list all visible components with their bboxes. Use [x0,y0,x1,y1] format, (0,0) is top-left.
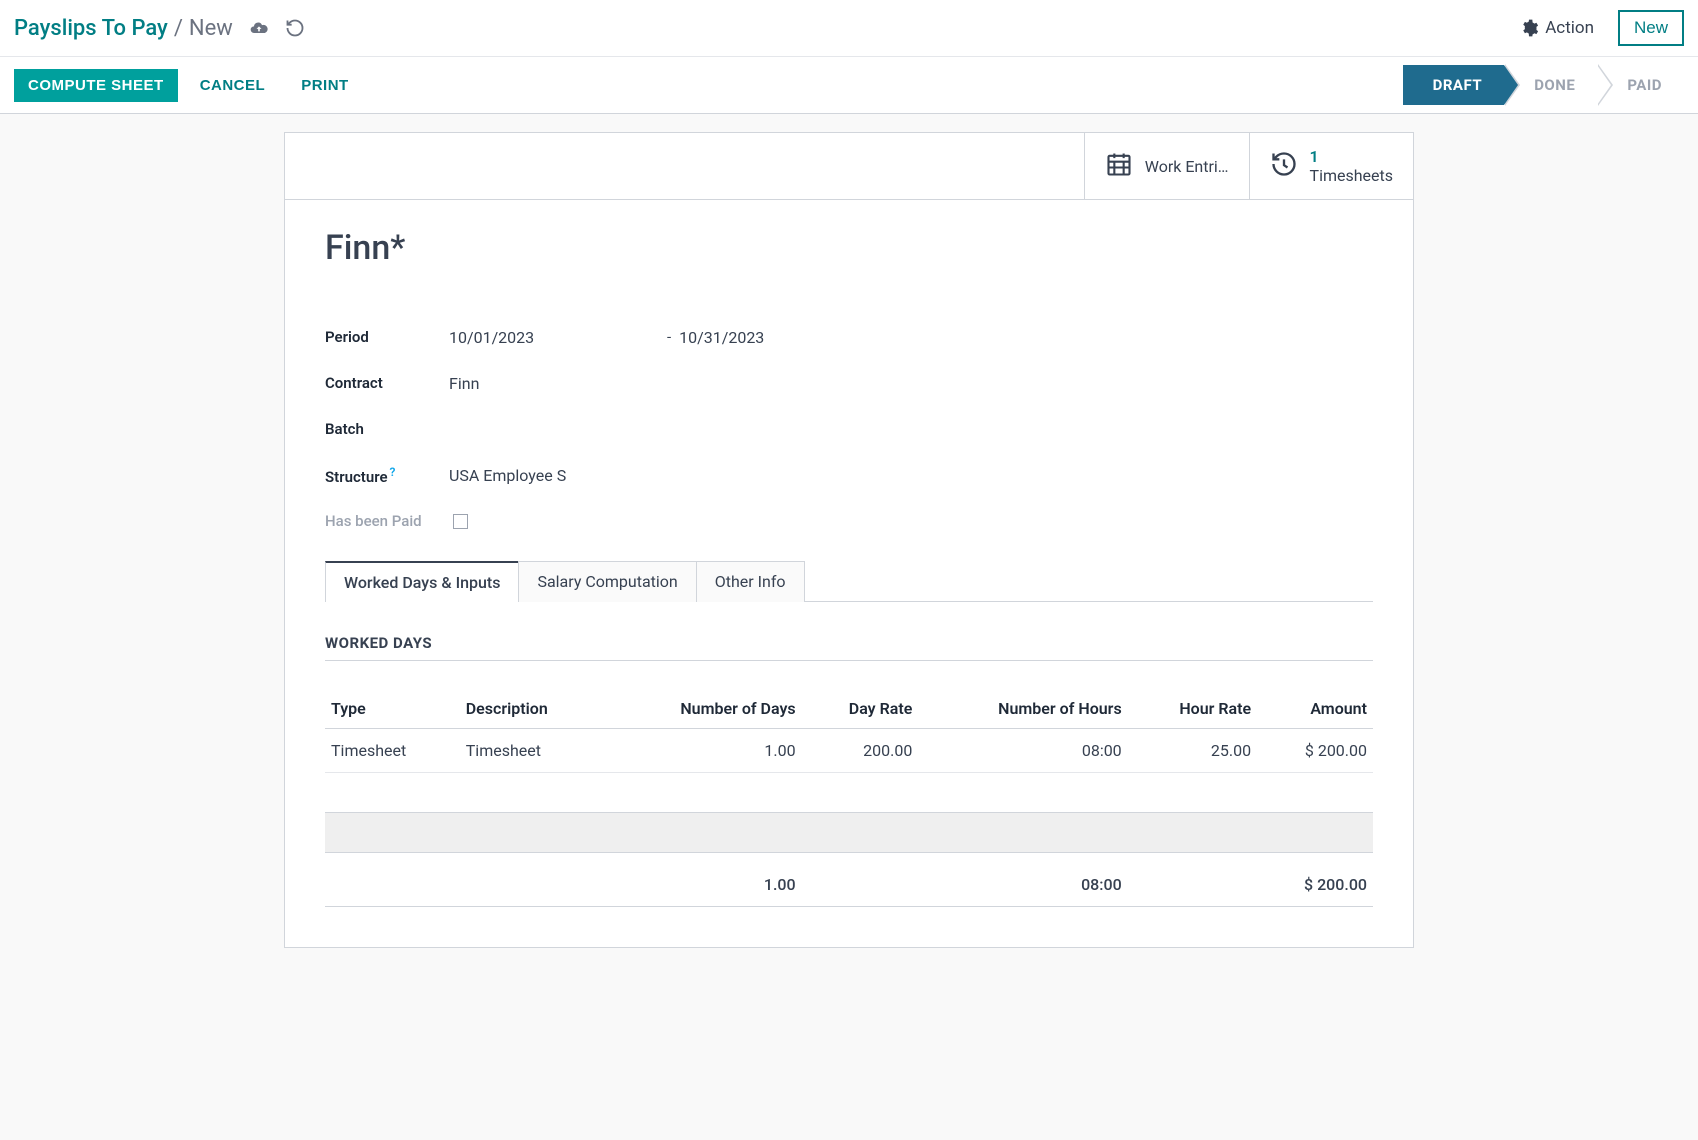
total-amount: $ 200.00 [1257,853,1373,907]
status-steps: DRAFT DONE PAID [1403,65,1684,105]
total-days: 1.00 [605,853,802,907]
stat-buttons: Work Entri… 1 Timesheets [285,133,1413,200]
cell-amount: $ 200.00 [1257,729,1373,773]
has-paid-label: Has been Paid [325,512,449,530]
action-menu-label: Action [1545,18,1594,38]
breadcrumb-separator: / [174,16,183,41]
contract-label: Contract [325,374,449,392]
has-paid-checkbox[interactable] [453,514,468,529]
undo-icon[interactable] [285,18,305,38]
col-type[interactable]: Type [325,689,460,729]
history-icon [1270,150,1298,182]
compute-sheet-button[interactable]: COMPUTE SHEET [14,69,178,102]
work-entries-stat[interactable]: Work Entri… [1084,133,1249,199]
cell-days: 1.00 [605,729,802,773]
timesheets-label: Timesheets [1310,166,1393,185]
cell-hours: 08:00 [918,729,1127,773]
total-hours: 08:00 [918,853,1127,907]
col-day-rate[interactable]: Day Rate [802,689,919,729]
cell-type: Timesheet [325,729,460,773]
cell-day-rate: 200.00 [802,729,919,773]
help-icon[interactable]: ? [390,465,396,479]
status-draft[interactable]: DRAFT [1403,65,1505,105]
new-button[interactable]: New [1618,10,1684,46]
timesheets-count: 1 [1310,147,1393,166]
col-amount[interactable]: Amount [1257,689,1373,729]
totals-row: 1.00 08:00 $ 200.00 [325,853,1373,907]
worked-days-title: WORKED DAYS [325,634,1373,661]
tab-content: WORKED DAYS Type Description Number of D… [285,602,1413,947]
structure-value[interactable]: USA Employee S [449,466,566,485]
form-sheet: Work Entri… 1 Timesheets Finn* Period 10… [284,132,1414,948]
calendar-icon [1105,150,1133,182]
breadcrumb-current: New [189,16,233,41]
record-title[interactable]: Finn* [325,228,1373,268]
period-separator: - [667,328,671,346]
gear-icon [1519,18,1539,38]
col-description[interactable]: Description [460,689,605,729]
empty-row [325,813,1373,853]
tab-salary-computation[interactable]: Salary Computation [518,561,696,602]
batch-label: Batch [325,420,449,438]
structure-label: Structure? [325,465,449,486]
worked-days-table: Type Description Number of Days Day Rate… [325,689,1373,907]
action-menu[interactable]: Action [1509,14,1604,42]
table-row[interactable]: Timesheet Timesheet 1.00 200.00 08:00 25… [325,729,1373,773]
breadcrumb-root[interactable]: Payslips To Pay [14,16,168,41]
col-hours[interactable]: Number of Hours [918,689,1127,729]
timesheets-stat[interactable]: 1 Timesheets [1249,133,1413,199]
period-label: Period [325,328,449,346]
cloud-upload-icon[interactable] [249,18,269,38]
col-hour-rate[interactable]: Hour Rate [1128,689,1257,729]
period-from[interactable]: 10/01/2023 [449,328,659,347]
period-to[interactable]: 10/31/2023 [679,328,764,347]
tabs: Worked Days & Inputs Salary Computation … [325,560,1373,602]
tab-worked-days[interactable]: Worked Days & Inputs [325,561,519,602]
action-bar: COMPUTE SHEET CANCEL PRINT DRAFT DONE PA… [0,57,1698,114]
cell-hour-rate: 25.00 [1128,729,1257,773]
work-entries-label: Work Entri… [1145,157,1229,176]
cell-description: Timesheet [460,729,605,773]
topbar: Payslips To Pay / New Action New [0,0,1698,57]
contract-value[interactable]: Finn [449,374,479,393]
col-days[interactable]: Number of Days [605,689,802,729]
print-button[interactable]: PRINT [287,69,363,102]
tab-other-info[interactable]: Other Info [696,561,805,602]
cancel-button[interactable]: CANCEL [186,69,280,102]
